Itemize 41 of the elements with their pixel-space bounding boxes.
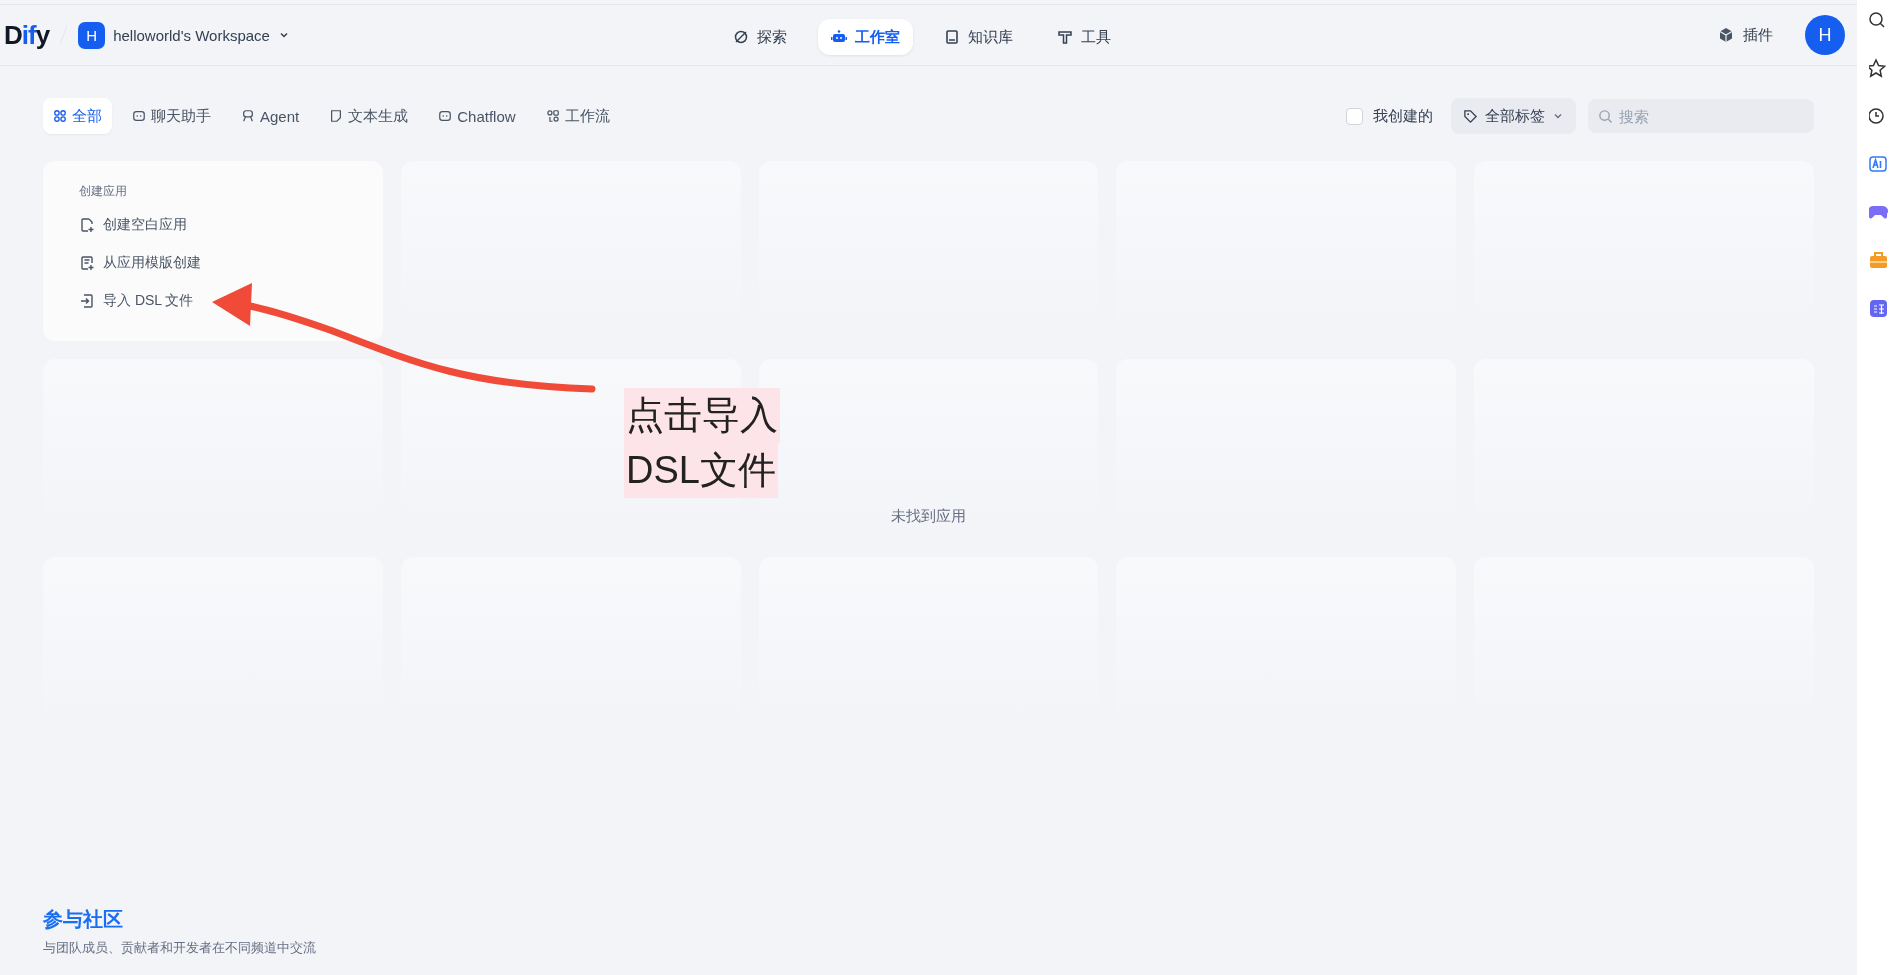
workspace-name: helloworld's Workspace <box>113 26 270 44</box>
file-plus-icon <box>79 255 95 271</box>
filter-tab[interactable]: 全部 <box>43 98 112 134</box>
workspace-avatar: H <box>78 21 106 49</box>
note-icon <box>329 109 344 123</box>
create-option[interactable]: 创建空白应用 <box>79 216 187 234</box>
import-icon <box>79 293 95 309</box>
my-created-checkbox[interactable]: 我创建的 <box>1346 106 1433 126</box>
annotation-text: 点击导入 <box>624 388 780 443</box>
annotation-text: DSL文件 <box>624 443 778 498</box>
community-title[interactable]: 参与社区 <box>43 906 316 933</box>
nav-tab[interactable]: 知识库 <box>931 19 1026 55</box>
search-icon <box>1598 109 1613 124</box>
nodes-icon <box>545 109 560 123</box>
tag-filter[interactable]: 全部标签 <box>1451 98 1576 134</box>
grid-icon <box>53 109 67 123</box>
nav-tab[interactable]: 工具 <box>1044 19 1124 55</box>
book-icon <box>944 29 960 45</box>
chat-icon <box>132 109 146 123</box>
tag-icon <box>1463 108 1478 124</box>
empty-message: 未找到应用 <box>891 507 966 524</box>
compass-icon <box>733 29 749 45</box>
create-option[interactable]: 导入 DSL 文件 <box>79 292 194 310</box>
card-title: 创建应用 <box>79 183 127 200</box>
chat-icon <box>438 109 453 123</box>
filter-tab[interactable]: 工作流 <box>535 98 620 134</box>
filter-tab[interactable]: Agent <box>231 98 310 134</box>
community-description: 与团队成员、贡献者和开发者在不同频道中交流 <box>43 939 316 957</box>
file-plus-icon <box>79 217 95 233</box>
create-option[interactable]: 从应用模版创建 <box>79 254 201 272</box>
filter-tab[interactable]: 文本生成 <box>319 98 419 134</box>
search-field[interactable]: 搜索 <box>1588 99 1814 133</box>
logo[interactable]: Dify <box>4 19 50 51</box>
filter-tab[interactable]: Chatflow <box>428 98 526 134</box>
user-avatar[interactable]: H <box>1805 15 1845 55</box>
plugins-button[interactable]: 插件 <box>1712 24 1779 46</box>
cube-icon <box>1718 27 1734 43</box>
nav-tab[interactable]: 工作室 <box>818 19 913 55</box>
nav-tab[interactable]: 探索 <box>720 19 800 55</box>
workspace-selector[interactable]: H helloworld's Workspace <box>78 21 290 49</box>
filter-tab[interactable]: 聊天助手 <box>122 98 221 134</box>
